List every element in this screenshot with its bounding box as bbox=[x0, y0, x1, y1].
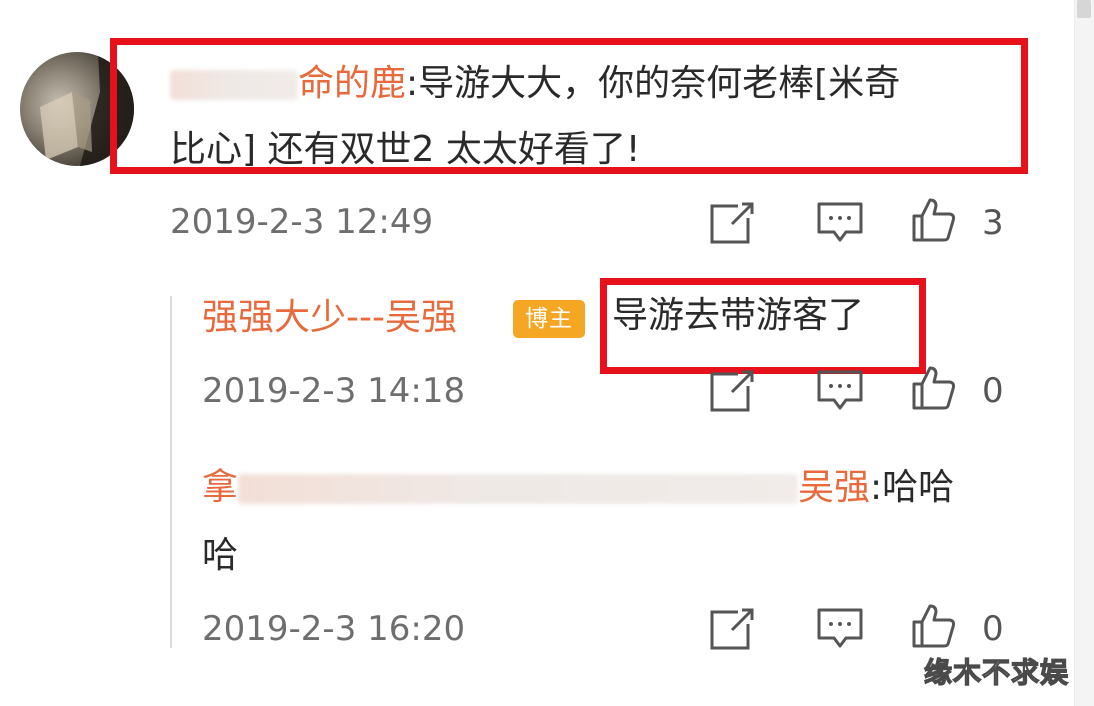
reply-2-text-line-2: 哈 bbox=[202, 535, 239, 576]
share-icon[interactable] bbox=[708, 366, 756, 414]
share-icon[interactable] bbox=[708, 198, 756, 246]
scrollbar-thumb[interactable] bbox=[1077, 0, 1091, 18]
like-count: 3 bbox=[982, 203, 1004, 243]
reply-2-username-start[interactable]: 拿 bbox=[202, 467, 238, 508]
reply-1-like-count: 0 bbox=[982, 371, 1004, 411]
comment-icon[interactable] bbox=[816, 604, 864, 652]
highlight-box-reply bbox=[600, 278, 926, 374]
comment-icon[interactable] bbox=[816, 198, 864, 246]
scrollbar-track[interactable] bbox=[1074, 0, 1094, 706]
share-icon[interactable] bbox=[708, 604, 756, 652]
reply-1-timestamp: 2019-2-3 14:18 bbox=[202, 371, 466, 411]
blogger-badge: 博主 bbox=[513, 300, 585, 338]
like-icon[interactable] bbox=[910, 602, 958, 650]
comment-timestamp: 2019-2-3 12:49 bbox=[170, 202, 434, 242]
like-icon[interactable] bbox=[910, 364, 958, 412]
reply-2-timestamp: 2019-2-3 16:20 bbox=[202, 609, 466, 649]
reply-2-separator: : bbox=[870, 467, 883, 508]
reply-2-text-line-1: 拿 吴强:哈哈 bbox=[202, 470, 954, 506]
reply-1-username: 强强大少---吴强 bbox=[202, 300, 457, 336]
reply-2-like-count: 0 bbox=[982, 609, 1004, 649]
comment-icon[interactable] bbox=[816, 366, 864, 414]
reply-2-body-1: 哈哈 bbox=[882, 467, 955, 508]
watermark: 缘木不求娱 bbox=[923, 655, 1070, 689]
reply-2-username-end[interactable]: 吴强 bbox=[798, 467, 870, 508]
redacted-username bbox=[238, 474, 799, 504]
reply-thread-line bbox=[170, 296, 172, 648]
highlight-box-comment bbox=[110, 38, 1028, 174]
reply-1-user-link[interactable]: 强强大少---吴强 bbox=[202, 297, 457, 338]
like-icon[interactable] bbox=[910, 196, 958, 244]
comment-thread: 命的鹿:导游大大，你的奈何老棒[米奇 比心] 还有双世2 太太好看了! 2019… bbox=[0, 0, 1094, 706]
